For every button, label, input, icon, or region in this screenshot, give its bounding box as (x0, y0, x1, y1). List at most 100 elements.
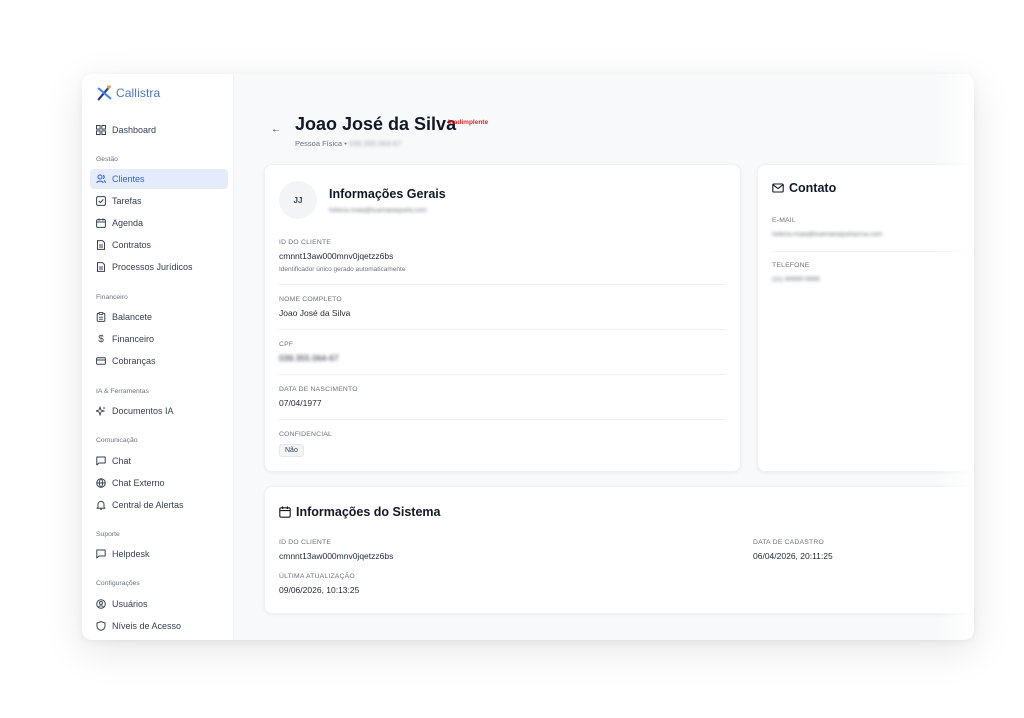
dashboard-icon (96, 125, 106, 135)
system-client-id-value: cmnnt13aw000mnv0jqetzz6bs (279, 551, 394, 561)
document-icon (96, 262, 106, 272)
sidebar-item-contratos[interactable]: Contratos (90, 235, 228, 255)
confidential-label: CONFIDENCIAL (279, 431, 333, 438)
shield-icon (96, 621, 106, 631)
general-email-masked: helena-maia@tuamaeaquela.com (329, 207, 427, 214)
user-circle-icon (96, 599, 106, 609)
system-info-title: Informações do Sistema (279, 505, 441, 519)
section-label-comunicacao: Comunicação (96, 437, 138, 444)
sidebar-item-tarefas[interactable]: Tarefas (90, 191, 228, 211)
sidebar-item-label: Cobranças (112, 356, 156, 366)
sidebar-item-label: Clientes (112, 174, 145, 184)
birth-date-label: DATA DE NASCIMENTO (279, 386, 358, 393)
email-label: E-MAIL (772, 217, 796, 224)
app-window: Callistra Dashboard Gestão Clientes Tare… (82, 74, 974, 640)
client-id-label: ID DO CLIENTE (279, 239, 332, 246)
mail-icon (772, 183, 784, 193)
sidebar-item-chat-externo[interactable]: Chat Externo (90, 473, 228, 493)
brand-logo[interactable]: Callistra (96, 84, 160, 102)
contact-title: Contato (772, 181, 836, 195)
status-badge: Inadimplente (448, 119, 489, 126)
separator: • (344, 139, 347, 148)
sidebar-item-label: Agenda (112, 218, 144, 228)
email-value[interactable]: helena-maia@tuamaeaquelaursa.com (772, 231, 882, 238)
sidebar-item-documentos-ia[interactable]: Documentos IA (90, 401, 228, 421)
system-info-card: Informações do Sistema ID DO CLIENTE cmn… (264, 486, 974, 614)
system-info-title-text: Informações do Sistema (296, 505, 441, 519)
cpf-value: 039.355.064-67 (279, 353, 339, 363)
divider (279, 374, 726, 375)
sidebar-item-label: Documentos IA (112, 406, 174, 416)
section-label-ia: IA & Ferramentas (96, 388, 149, 395)
updated-at-value: 09/06/2026, 10:13:25 (279, 585, 360, 595)
sidebar-item-clientes[interactable]: Clientes (90, 169, 228, 189)
sparkles-icon (96, 406, 106, 416)
sidebar-item-dashboard[interactable]: Dashboard (90, 120, 228, 140)
sidebar-item-label: Tarefas (112, 196, 142, 206)
divider (279, 419, 726, 420)
back-button[interactable]: ← (271, 124, 281, 135)
general-info-title: Informações Gerais (329, 187, 446, 201)
birth-date-value: 07/04/1977 (279, 398, 322, 408)
sidebar-item-central-alertas[interactable]: Central de Alertas (90, 495, 228, 515)
created-at-label: DATA DE CADASTRO (753, 539, 824, 546)
sidebar-item-label: Usuários (112, 599, 148, 609)
sidebar-item-cobrancas[interactable]: Cobranças (90, 351, 228, 371)
sidebar-item-label: Financeiro (112, 334, 155, 344)
client-id-value: cmnnt13aw000mnv0jqetzz6bs (279, 251, 394, 261)
avatar: JJ (279, 181, 317, 219)
general-info-card: JJ Informações Gerais helena-maia@tuamae… (264, 164, 741, 472)
full-name-value: Joao José da Silva (279, 308, 351, 318)
chat-icon (96, 549, 106, 559)
phone-value[interactable]: (11) 99999-9999 (772, 276, 820, 283)
bell-icon (96, 500, 106, 510)
clipboard-icon (96, 312, 106, 322)
divider (279, 284, 726, 285)
created-at-value: 06/04/2026, 20:11:25 (753, 551, 833, 561)
sidebar-item-financeiro[interactable]: $ Financeiro (90, 329, 228, 349)
section-label-configuracoes: Configurações (96, 580, 140, 587)
full-name-label: NOME COMPLETO (279, 296, 342, 303)
brand-name: Callistra (116, 86, 161, 100)
client-id-hint: Identificador único gerado automaticamen… (279, 266, 406, 273)
page-subtitle: Pessoa Física • 039.355.064-67 (295, 139, 402, 148)
sidebar-item-usuarios[interactable]: Usuários (90, 594, 228, 614)
contact-card: Contato E-MAIL helena-maia@tuamaeaquelau… (757, 164, 974, 472)
callistra-logo-icon (97, 85, 112, 101)
document-icon (96, 240, 106, 250)
chat-icon (96, 456, 106, 466)
sidebar-item-label: Helpdesk (112, 549, 150, 559)
credit-card-icon (96, 356, 106, 366)
sidebar-item-label: Central de Alertas (112, 500, 184, 510)
section-label-suporte: Suporte (96, 531, 120, 538)
sidebar-item-label: Contratos (112, 240, 152, 250)
sidebar-item-helpdesk[interactable]: Helpdesk (90, 544, 228, 564)
divider (772, 251, 974, 252)
confidential-chip: Não (279, 444, 304, 457)
updated-at-label: ÚLTIMA ATUALIZAÇÃO (279, 573, 355, 580)
phone-label: TELEFONE (772, 262, 810, 269)
sidebar-item-label: Chat Externo (112, 478, 165, 488)
arrow-left-icon: ← (271, 124, 281, 135)
globe-icon (96, 478, 106, 488)
person-type: Pessoa Física (295, 139, 343, 148)
sidebar-item-balancete[interactable]: Balancete (90, 307, 228, 327)
contact-title-text: Contato (789, 181, 837, 195)
sidebar-item-label: Chat (112, 456, 132, 466)
sidebar-item-processos-juridicos[interactable]: Processos Jurídicos (90, 257, 228, 277)
sidebar: Callistra Dashboard Gestão Clientes Tare… (82, 74, 234, 640)
main-content: ← Joao José da Silva Inadimplente Pessoa… (235, 74, 974, 640)
sidebar-item-label: Dashboard (112, 125, 157, 135)
sidebar-item-label: Processos Jurídicos (112, 262, 193, 272)
calendar-icon (279, 506, 291, 518)
sidebar-item-label: Balancete (112, 312, 153, 322)
sidebar-item-agenda[interactable]: Agenda (90, 213, 228, 233)
cpf-masked: 039.355.064-67 (348, 139, 402, 148)
section-label-gestao: Gestão (96, 156, 118, 163)
section-label-financeiro: Financeiro (96, 294, 128, 301)
sidebar-item-label: Níveis de Acesso (112, 621, 182, 631)
sidebar-item-niveis-acesso[interactable]: Níveis de Acesso (90, 616, 228, 636)
users-icon (96, 174, 106, 184)
sidebar-item-chat[interactable]: Chat (90, 451, 228, 471)
calendar-icon (96, 218, 106, 228)
